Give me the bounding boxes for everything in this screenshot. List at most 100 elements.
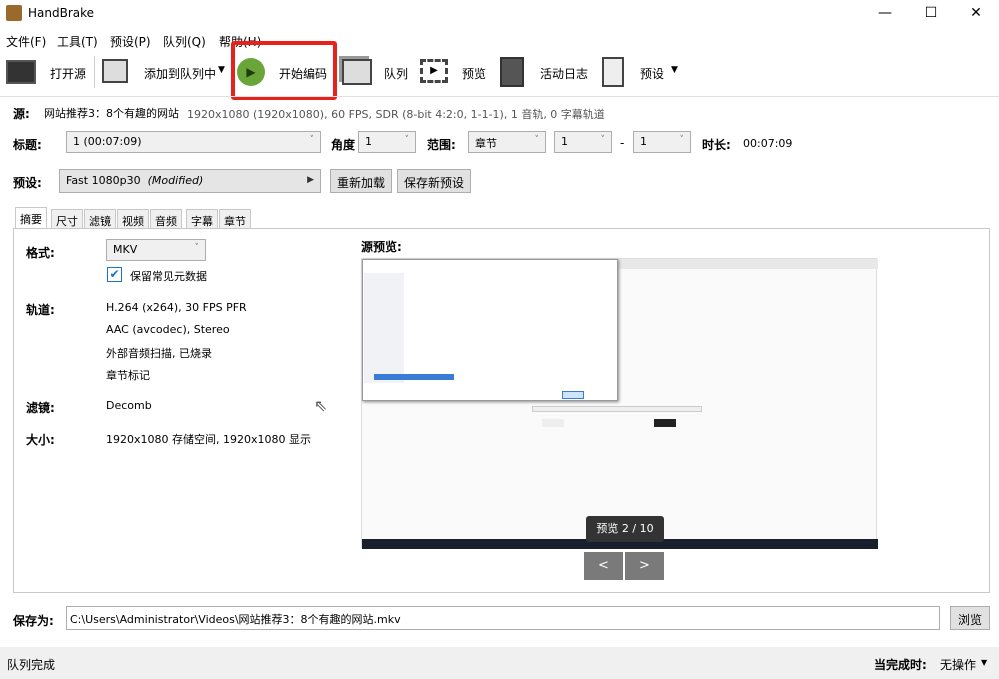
preview-prev-button[interactable]: < (584, 552, 623, 580)
when-done-select[interactable]: 无操作 (940, 656, 976, 673)
duration-label: 时长: (702, 138, 731, 152)
chevron-down-icon: ˅ (194, 243, 200, 253)
activity-log-button[interactable]: 活动日志 (498, 54, 590, 90)
chevron-right-icon: ▶ (307, 175, 314, 185)
angle-value: 1 (365, 135, 372, 148)
add-to-queue-label: 添加到队列中 (144, 67, 217, 81)
range-end-select[interactable]: 1 ˅ (633, 131, 691, 153)
toolbar-separator (0, 96, 999, 97)
title-value: 1 (00:07:09) (73, 135, 142, 148)
range-label: 范围: (427, 138, 456, 152)
chevron-down-icon: ˅ (600, 135, 606, 145)
presets-label: 预设 (640, 67, 665, 81)
tab-dimensions[interactable]: 尺寸 (51, 209, 83, 229)
tab-summary[interactable]: 摘要 (15, 207, 47, 229)
minimize-button[interactable]: — (862, 0, 908, 28)
add-image-icon (102, 59, 128, 83)
range-separator: - (620, 136, 625, 150)
source-info: 1920x1080 (1920x1080), 60 FPS, SDR (8-bi… (187, 108, 605, 121)
chevron-down-icon: ˅ (404, 135, 410, 145)
start-encode-button[interactable]: ▶ 开始编码 (236, 54, 332, 90)
maximize-button[interactable]: ☐ (908, 0, 954, 28)
preset-name: Fast 1080p30 (66, 174, 141, 187)
chevron-down-icon[interactable]: ▼ (671, 65, 678, 75)
preview-button[interactable]: ▶ 预览 (418, 54, 488, 90)
window-title: HandBrake (28, 6, 95, 20)
angle-label: 角度 (331, 138, 356, 152)
tab-audio[interactable]: 音频 (150, 209, 182, 229)
tab-filters[interactable]: 滤镜 (84, 209, 116, 229)
keep-metadata-checkbox[interactable]: ✔ (107, 267, 122, 282)
status-bar: 队列完成 当完成时: 无操作 ▼ (0, 647, 999, 679)
range-type-select[interactable]: 章节 ˅ (468, 131, 546, 153)
duration-value: 00:07:09 (743, 137, 793, 150)
save-path-input[interactable]: C:\Users\Administrator\Videos\网站推荐3：8个有趣… (66, 606, 940, 630)
app-logo-icon (6, 5, 22, 21)
preview-next-button[interactable]: > (625, 552, 664, 580)
save-as-label: 保存为: (13, 614, 54, 628)
chevron-down-icon: ˅ (679, 135, 685, 145)
track-item: 章节标记 (106, 369, 150, 382)
presets-button[interactable]: 预设 ▼ (600, 54, 684, 90)
range-end-value: 1 (640, 135, 647, 148)
play-icon: ▶ (237, 58, 265, 86)
preset-label: 预设: (13, 176, 42, 190)
start-encode-label: 开始编码 (279, 67, 328, 81)
menu-file[interactable]: 文件(F) (6, 33, 46, 50)
format-label: 格式: (26, 246, 55, 260)
range-start-select[interactable]: 1 ˅ (554, 131, 612, 153)
chevron-down-icon[interactable]: ▼ (218, 65, 225, 75)
range-start-value: 1 (561, 135, 568, 148)
track-item: AAC (avcodec), Stereo (106, 323, 230, 336)
source-name: 网站推荐3：8个有趣的网站 (44, 107, 179, 120)
preset-doc-icon (602, 57, 624, 87)
reload-button[interactable]: 重新加载 (330, 169, 393, 193)
chevron-down-icon[interactable]: ▼ (981, 658, 987, 667)
when-done-label: 当完成时: (874, 658, 927, 672)
tab-subtitles[interactable]: 字幕 (186, 209, 218, 229)
range-type-value: 章节 (475, 137, 497, 150)
toolbar-divider (94, 56, 95, 88)
filters-value: Decomb (106, 399, 152, 412)
format-value: MKV (113, 243, 138, 256)
title-bar: HandBrake — ☐ ✕ (0, 0, 999, 28)
menu-queue[interactable]: 队列(Q) (163, 33, 206, 50)
browse-button[interactable]: 浏览 (950, 606, 990, 630)
queue-label: 队列 (384, 67, 409, 81)
tracks-label: 轨道: (26, 303, 55, 317)
title-label: 标题: (13, 138, 42, 152)
queue-icon (342, 59, 372, 85)
log-icon (500, 57, 524, 87)
clapboard-icon (6, 60, 36, 84)
preview-image (361, 258, 878, 549)
preset-select[interactable]: Fast 1080p30 (Modified) ▶ (59, 169, 321, 193)
track-item: H.264 (x264), 30 FPS PFR (106, 301, 247, 314)
title-select[interactable]: 1 (00:07:09) ˅ (66, 131, 321, 153)
preset-modified: (Modified) (147, 174, 204, 187)
save-new-preset-button[interactable]: 保存新预设 (397, 169, 472, 193)
add-to-queue-button[interactable]: 添加到队列中 ▼ (100, 54, 230, 90)
chevron-down-icon: ˅ (309, 135, 315, 145)
open-source-button[interactable]: 打开源 (4, 54, 86, 90)
chevron-down-icon: ˅ (534, 135, 540, 145)
preview-label: 预览 (462, 67, 487, 81)
activity-log-label: 活动日志 (540, 67, 589, 81)
angle-select[interactable]: 1 ˅ (358, 131, 416, 153)
film-play-icon: ▶ (420, 59, 448, 83)
tab-video[interactable]: 视频 (117, 209, 149, 229)
queue-button[interactable]: 队列 (340, 54, 412, 90)
status-text: 队列完成 (7, 658, 56, 672)
open-source-label: 打开源 (50, 67, 87, 81)
menu-tools[interactable]: 工具(T) (57, 33, 98, 50)
mouse-cursor-icon: ⇖ (314, 396, 328, 415)
menu-presets[interactable]: 预设(P) (110, 33, 151, 50)
format-select[interactable]: MKV ˅ (106, 239, 206, 261)
preview-tooltip: 预览 2 / 10 (586, 516, 664, 542)
keep-metadata-label: 保留常见元数据 (130, 270, 207, 283)
close-button[interactable]: ✕ (953, 0, 999, 28)
tab-chapters[interactable]: 章节 (219, 209, 251, 229)
filters-label: 滤镜: (26, 401, 55, 415)
preview-label: 源预览: (361, 240, 402, 254)
size-value: 1920x1080 存储空间, 1920x1080 显示 (106, 433, 311, 446)
track-item: 外部音频扫描, 已烧录 (106, 347, 212, 360)
